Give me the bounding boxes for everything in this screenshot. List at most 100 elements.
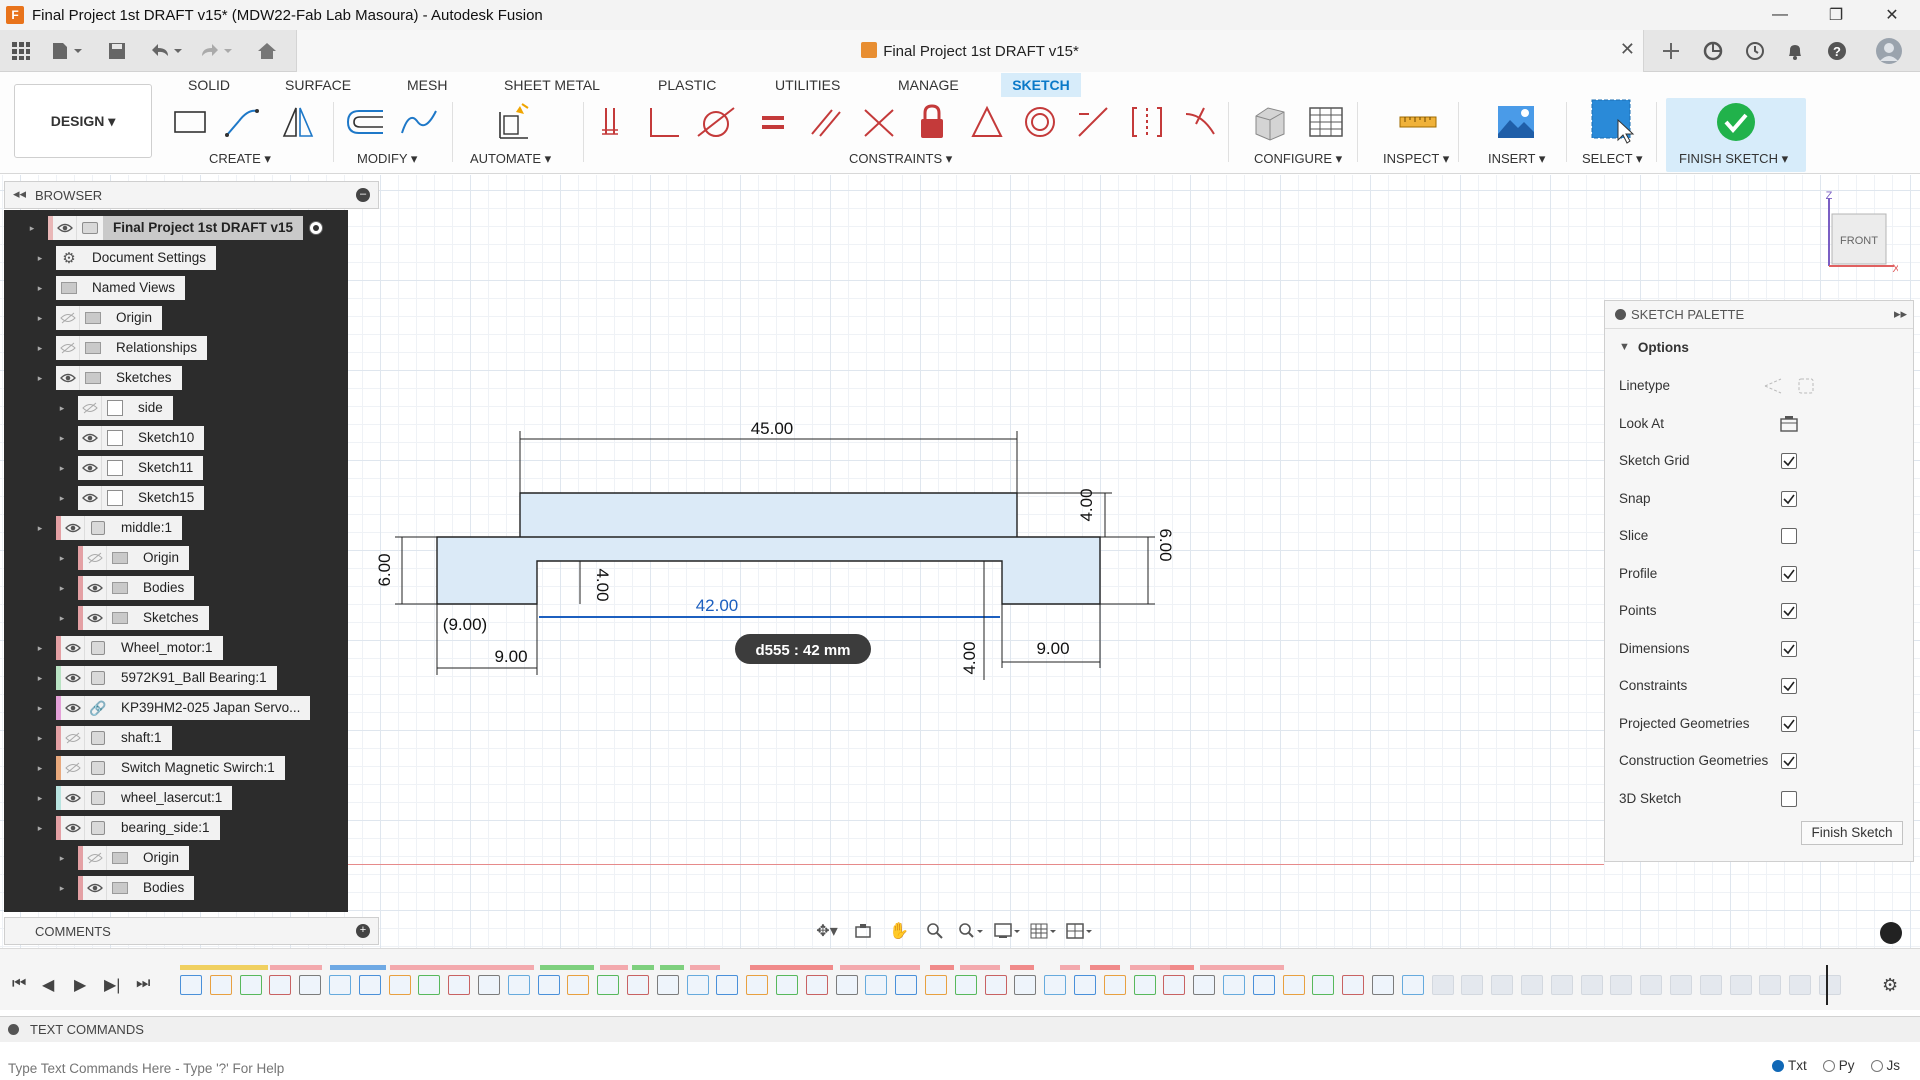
visibility-on-icon[interactable] [61,786,85,810]
auto-dimension-icon[interactable] [494,102,534,142]
timeline-feature-icon[interactable] [1670,975,1692,995]
notifications-bell-icon[interactable] [1782,38,1808,64]
browser-tree-item[interactable]: ▸ Final Project 1st DRAFT v15 [30,216,324,240]
timeline-feature-icon[interactable] [984,975,1007,995]
radio-py[interactable] [1822,1060,1835,1072]
timeline-feature-icon[interactable] [1401,975,1424,995]
checkbox-checked[interactable] [1781,565,1797,582]
orbit-icon[interactable]: ✥▾ [812,919,842,943]
visibility-on-icon[interactable] [61,636,85,660]
visibility-on-icon[interactable] [53,216,77,240]
browser-minimize-icon[interactable]: – [356,188,370,202]
tab-mesh[interactable]: MESH [399,73,455,97]
text-commands-collapse-icon[interactable] [8,1024,19,1035]
tab-manage[interactable]: MANAGE [890,73,967,97]
browser-tree-item[interactable]: ▸ Bodies [60,576,195,600]
browser-tree-item[interactable]: ▸ Relationships [38,336,208,360]
mode-py[interactable]: Py [1822,1058,1855,1073]
parallel-constraint-icon[interactable] [806,102,846,142]
browser-tree-item[interactable]: ▸ Named Views [38,276,186,300]
visibility-off-icon[interactable] [56,306,80,330]
zoom-window-icon[interactable] [956,919,986,943]
checkbox-checked[interactable] [1781,453,1797,469]
timeline-feature-icon[interactable] [1461,975,1484,995]
expand-arrow-icon[interactable]: ▸ [34,282,46,294]
extensions-icon[interactable] [1700,38,1726,64]
expand-arrow-icon[interactable]: ▸ [34,792,46,804]
horizontal-vertical-constraint-icon[interactable] [1127,102,1167,142]
go-to-start-icon[interactable]: ⏮ [12,975,26,993]
quick-setup-icon[interactable] [1880,922,1902,944]
palette-collapse-icon[interactable] [1615,309,1626,320]
visibility-on-icon[interactable] [61,516,85,540]
tab-plastic[interactable]: PLASTIC [650,73,724,97]
checkbox-unchecked[interactable] [1781,528,1797,544]
timeline-feature-icon[interactable] [895,975,918,995]
fit-curve-tool-icon[interactable] [399,102,439,142]
expand-arrow-icon[interactable]: ▸ [56,402,68,414]
browser-tree-item[interactable]: ▸ Sketches [38,366,182,390]
constraints-menu[interactable]: CONSTRAINTS ▾ [849,151,952,167]
timeline-feature-icon[interactable] [1312,975,1335,995]
insert-image-icon[interactable] [1496,102,1536,142]
timeline-feature-icon[interactable] [925,975,947,995]
browser-tree-item[interactable]: ▸ middle:1 [38,516,183,540]
play-icon[interactable]: ▶ [74,975,86,995]
timeline-feature-icon[interactable] [567,975,590,995]
visibility-on-icon[interactable] [83,876,107,900]
automate-menu[interactable]: AUTOMATE ▾ [470,151,551,167]
timeline-marker[interactable] [1826,965,1828,1005]
timeline-feature-icon[interactable] [1193,975,1216,995]
checkbox-checked[interactable] [1781,715,1797,732]
timeline-feature-icon[interactable] [1103,975,1126,995]
timeline-feature-icon[interactable] [1223,975,1245,995]
checkbox-checked[interactable] [1781,678,1797,694]
timeline-feature-icon[interactable] [627,975,649,995]
look-at-icon[interactable] [1780,415,1798,436]
home-icon[interactable] [254,38,280,64]
timeline-feature-icon[interactable] [1819,975,1841,995]
select-menu[interactable]: SELECT ▾ [1582,151,1642,167]
user-avatar[interactable] [1874,36,1904,66]
undo-icon[interactable] [146,38,186,64]
new-tab-plus-icon[interactable] [1658,38,1684,64]
browser-header[interactable]: ◂◂ BROWSER – [4,181,379,209]
timeline-feature-icon[interactable] [1610,975,1633,995]
visibility-off-icon[interactable] [83,846,107,870]
timeline-feature-icon[interactable] [1729,975,1752,995]
browser-tree-item[interactable]: ▸ wheel_lasercut:1 [38,786,233,810]
visibility-on-icon[interactable] [61,696,85,720]
expand-arrow-icon[interactable]: ▸ [26,222,38,234]
timeline-feature-icon[interactable] [1044,975,1067,995]
timeline-feature-icon[interactable] [746,975,769,995]
browser-tree-item[interactable]: ▸ Switch Magnetic Swirch:1 [38,756,285,780]
collinear-constraint-icon[interactable] [1073,102,1113,142]
tab-sketch[interactable]: SKETCH [1001,73,1081,97]
text-command-input[interactable] [0,1056,1760,1080]
create-menu[interactable]: CREATE ▾ [209,151,271,167]
visibility-off-icon[interactable] [61,726,85,750]
equal-constraint-icon[interactable] [752,102,792,142]
timeline-feature-icon[interactable] [209,975,232,995]
checkbox-checked[interactable] [1781,490,1797,507]
collapse-panel-icon[interactable]: ◂◂ [13,186,26,202]
timeline-feature-icon[interactable] [1133,975,1156,995]
save-icon[interactable] [104,38,130,64]
spline-line-tool-icon[interactable] [222,102,262,142]
timeline-feature-icon[interactable] [716,975,739,995]
timeline-feature-icon[interactable] [954,975,977,995]
mirror-tool-icon[interactable] [278,102,318,142]
close-window-button[interactable]: ✕ [1864,0,1920,30]
tab-utilities[interactable]: UTILITIES [767,73,848,97]
tangent-constraint-icon[interactable] [696,102,736,142]
insert-menu[interactable]: INSERT ▾ [1488,151,1545,167]
configure-menu[interactable]: CONFIGURE ▾ [1254,151,1342,167]
timeline-feature-icon[interactable] [1580,975,1603,995]
expand-arrow-icon[interactable]: ▸ [34,702,46,714]
expand-arrow-icon[interactable]: ▸ [34,732,46,744]
timeline-feature-icon[interactable] [1759,975,1782,995]
close-tab-button[interactable]: ✕ [1620,39,1635,60]
modify-menu[interactable]: MODIFY ▾ [357,151,417,167]
browser-tree-item[interactable]: ▸ bearing_side:1 [38,816,220,840]
timeline-feature-icon[interactable] [805,975,828,995]
